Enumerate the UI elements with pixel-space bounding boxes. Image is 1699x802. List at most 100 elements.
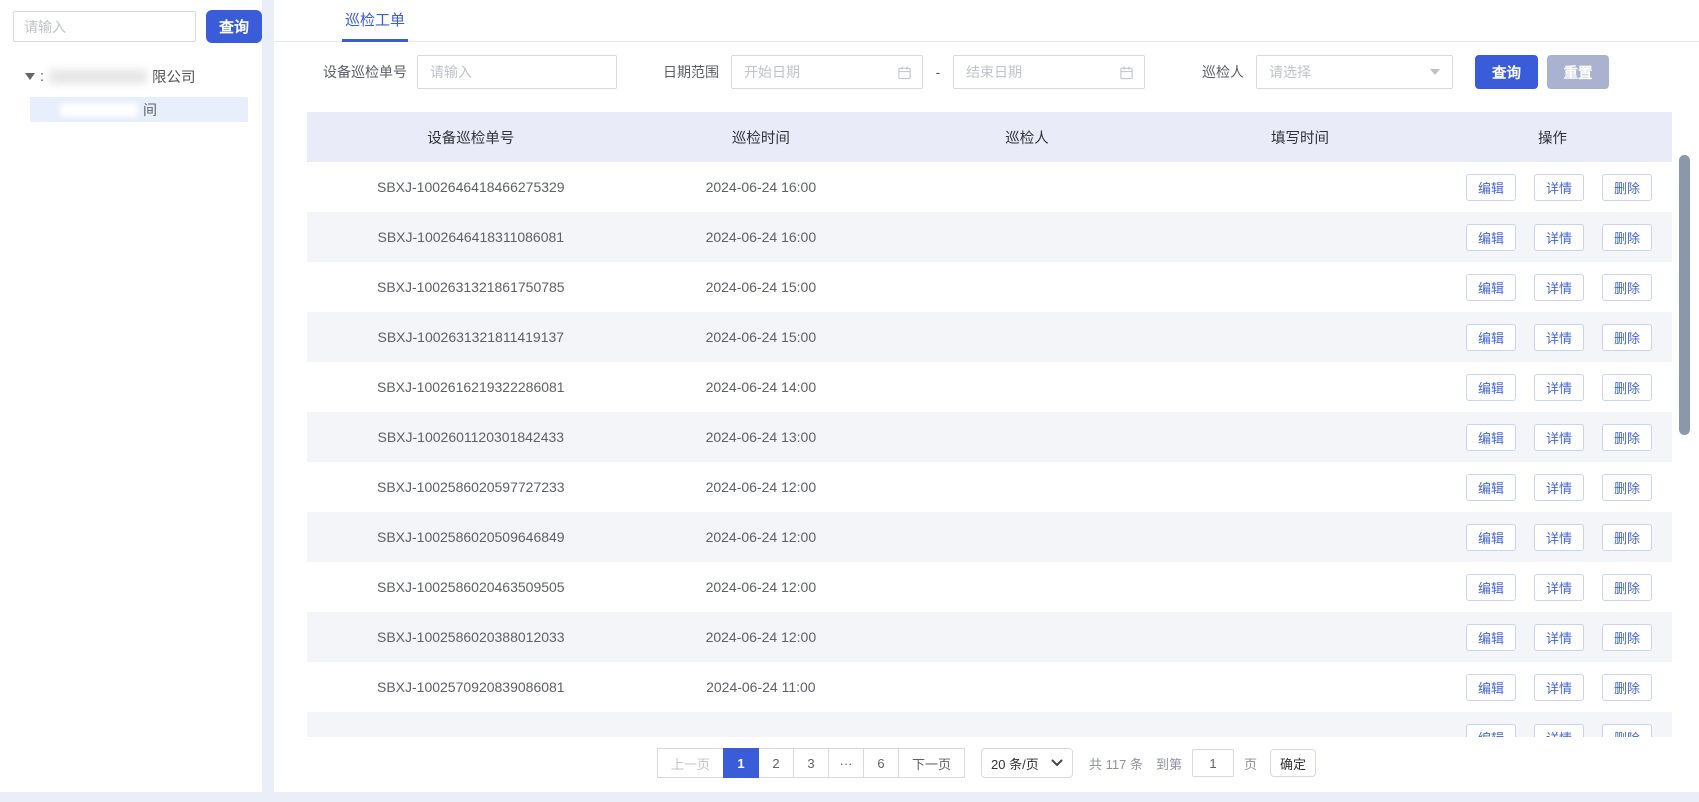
cell-inspect-time: 2024-06-24 12:00 (635, 579, 888, 595)
cell-inspect-time: 2024-06-24 12:00 (635, 629, 888, 645)
delete-button[interactable]: 删除 (1602, 324, 1652, 351)
tree-caret-down-icon[interactable] (25, 73, 35, 80)
edit-button[interactable]: 编辑 (1466, 474, 1516, 501)
delete-button[interactable]: 删除 (1602, 474, 1652, 501)
detail-button[interactable]: 详情 (1534, 374, 1584, 401)
cell-actions: 编辑 详情 删除 (1433, 524, 1672, 551)
edit-button[interactable]: 编辑 (1466, 624, 1516, 651)
page-button-3[interactable]: 3 (793, 748, 829, 778)
start-date-placeholder: 开始日期 (744, 62, 800, 82)
page-ellipsis[interactable]: ··· (828, 748, 864, 778)
delete-button[interactable]: 删除 (1602, 524, 1652, 551)
detail-button[interactable]: 详情 (1534, 674, 1584, 701)
tree-root-label: 限公司 (152, 66, 196, 87)
table-row: SBXJ-1002631321811419137 2024-06-24 15:0… (307, 312, 1672, 362)
edit-button[interactable]: 编辑 (1466, 174, 1516, 201)
edit-button[interactable]: 编辑 (1466, 374, 1516, 401)
delete-button[interactable]: 删除 (1602, 724, 1652, 738)
redacted-workshop-name (60, 103, 138, 117)
end-date-input[interactable]: 结束日期 (953, 55, 1145, 89)
col-header-fill-time: 填写时间 (1167, 127, 1433, 148)
cell-actions: 编辑 详情 删除 (1433, 424, 1672, 451)
inspection-orders-table: 设备巡检单号 巡检时间 巡检人 填写时间 操作 SBXJ-10026464184… (307, 112, 1672, 737)
detail-button[interactable]: 详情 (1534, 274, 1584, 301)
prev-page-button[interactable]: 上一页 (657, 748, 724, 778)
page-button-6[interactable]: 6 (863, 748, 899, 778)
start-date-input[interactable]: 开始日期 (731, 55, 923, 89)
detail-button[interactable]: 详情 (1534, 224, 1584, 251)
delete-button[interactable]: 删除 (1602, 674, 1652, 701)
date-range-label: 日期范围 (663, 62, 719, 82)
jump-confirm-button[interactable]: 确定 (1270, 749, 1316, 777)
inspector-select[interactable]: 请选择 (1256, 55, 1453, 89)
cell-actions: 编辑 详情 删除 (1433, 574, 1672, 601)
detail-button[interactable]: 详情 (1534, 574, 1584, 601)
edit-button[interactable]: 编辑 (1466, 274, 1516, 301)
detail-button[interactable]: 详情 (1534, 624, 1584, 651)
delete-button[interactable]: 删除 (1602, 174, 1652, 201)
edit-button[interactable]: 编辑 (1466, 224, 1516, 251)
detail-button[interactable]: 详情 (1534, 524, 1584, 551)
page-button-1[interactable]: 1 (723, 748, 759, 778)
inspector-placeholder: 请选择 (1269, 62, 1311, 82)
table-row: SBXJ-1002586020597727233 2024-06-24 12:0… (307, 462, 1672, 512)
cell-order-no: SBXJ-1002586020509646849 (307, 529, 635, 545)
tree-child-node-selected[interactable]: 间 (30, 97, 248, 122)
tab-inspection-orders[interactable]: 巡检工单 (342, 0, 408, 42)
sidebar: 查询 : 限公司 间 (0, 0, 262, 792)
detail-button[interactable]: 详情 (1534, 324, 1584, 351)
delete-button[interactable]: 删除 (1602, 424, 1652, 451)
sidebar-search-button[interactable]: 查询 (206, 10, 262, 43)
cell-inspect-time: 2024-06-24 12:00 (635, 529, 888, 545)
next-page-button[interactable]: 下一页 (898, 748, 965, 778)
table-row: SBXJ-1002601120301842433 2024-06-24 13:0… (307, 412, 1672, 462)
tree-root-prefix: : (40, 69, 44, 85)
edit-button[interactable]: 编辑 (1466, 674, 1516, 701)
table-row: SBXJ-1002646418466275329 2024-06-24 16:0… (307, 162, 1672, 212)
table-row: SBXJ-1002586020509646849 2024-06-24 12:0… (307, 512, 1672, 562)
jump-page-suffix: 页 (1244, 754, 1257, 773)
tree-root-node[interactable]: : 限公司 (25, 66, 262, 87)
detail-button[interactable]: 详情 (1534, 474, 1584, 501)
order-no-input[interactable] (417, 55, 617, 89)
edit-button[interactable]: 编辑 (1466, 424, 1516, 451)
detail-button[interactable]: 详情 (1534, 424, 1584, 451)
col-header-order-no: 设备巡检单号 (307, 127, 635, 148)
cell-inspect-time: 2024-06-24 12:00 (635, 479, 888, 495)
cell-inspect-time: 2024-06-24 15:00 (635, 279, 888, 295)
cell-order-no: SBXJ-1002631321861750785 (307, 279, 635, 295)
reset-button[interactable]: 重置 (1547, 55, 1609, 89)
page-size-select[interactable]: 20 条/页 (981, 748, 1073, 778)
cell-order-no: SBXJ-1002586020463509505 (307, 579, 635, 595)
delete-button[interactable]: 删除 (1602, 574, 1652, 601)
order-no-label: 设备巡检单号 (323, 62, 407, 82)
delete-button[interactable]: 删除 (1602, 374, 1652, 401)
col-header-actions: 操作 (1433, 127, 1672, 148)
chevron-down-icon (1051, 759, 1063, 767)
chevron-down-icon (1430, 69, 1440, 75)
delete-button[interactable]: 删除 (1602, 274, 1652, 301)
cell-inspect-time: 2024-06-24 13:00 (635, 429, 888, 445)
edit-button[interactable]: 编辑 (1466, 324, 1516, 351)
delete-button[interactable]: 删除 (1602, 624, 1652, 651)
vertical-scrollbar-thumb[interactable] (1679, 155, 1690, 435)
delete-button[interactable]: 删除 (1602, 224, 1652, 251)
edit-button[interactable]: 编辑 (1466, 724, 1516, 738)
edit-button[interactable]: 编辑 (1466, 574, 1516, 601)
cell-actions: 编辑 详情 删除 (1433, 174, 1672, 201)
cell-order-no: SBXJ-1002570920839086081 (307, 679, 635, 695)
total-count-text: 共 117 条 (1089, 754, 1143, 773)
query-button[interactable]: 查询 (1475, 55, 1538, 89)
detail-button[interactable]: 详情 (1534, 724, 1584, 738)
cell-inspect-time: 2024-06-24 11:00 (635, 679, 888, 695)
cell-order-no: SBXJ-1002586020597727233 (307, 479, 635, 495)
edit-button[interactable]: 编辑 (1466, 524, 1516, 551)
cell-inspect-time: 2024-06-24 16:00 (635, 179, 888, 195)
sidebar-search-input[interactable] (13, 11, 196, 42)
jump-page-input[interactable] (1192, 749, 1234, 777)
cell-inspect-time: 2024-06-24 16:00 (635, 229, 888, 245)
calendar-icon (897, 65, 912, 80)
page-button-2[interactable]: 2 (758, 748, 794, 778)
redacted-company-name (49, 69, 147, 84)
detail-button[interactable]: 详情 (1534, 174, 1584, 201)
